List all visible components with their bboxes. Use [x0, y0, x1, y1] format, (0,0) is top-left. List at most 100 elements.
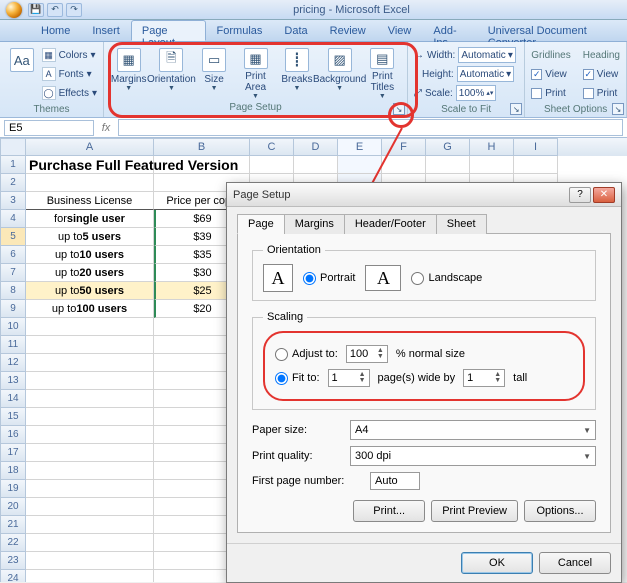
row-header-8[interactable]: 8 — [0, 282, 26, 300]
cell-A4[interactable]: for single user — [26, 210, 154, 228]
cell-A8[interactable]: up to 50 users — [26, 282, 154, 300]
orientation-button[interactable]: 🗎Orientation▼ — [151, 44, 191, 100]
adjust-to-spinner[interactable]: 100▲▼ — [346, 345, 388, 363]
cell-A3[interactable]: Business License — [26, 192, 154, 210]
fx-icon[interactable]: fx — [98, 122, 114, 134]
colors-button[interactable]: ▦Colors ▾ — [42, 46, 97, 64]
cell-A5[interactable]: up to 5 users — [26, 228, 154, 246]
print-titles-button[interactable]: ▤Print Titles▼ — [364, 44, 401, 100]
cell-A22[interactable] — [26, 534, 154, 552]
fit-wide-spinner[interactable]: 1▲▼ — [328, 369, 370, 387]
effects-button[interactable]: ◯Effects ▾ — [42, 84, 97, 102]
row-header-13[interactable]: 13 — [0, 372, 26, 390]
row-header-12[interactable]: 12 — [0, 354, 26, 372]
ribbon-tab-add-ins[interactable]: Add-Ins — [422, 20, 476, 41]
ribbon-tab-home[interactable]: Home — [30, 20, 81, 41]
column-header-A[interactable]: A — [26, 138, 154, 156]
select-all-corner[interactable] — [0, 138, 26, 156]
ribbon-tab-universal-document-converter[interactable]: Universal Document Converter — [477, 20, 627, 41]
cell-A6[interactable]: up to 10 users — [26, 246, 154, 264]
scale-spinner[interactable]: 100%▴▾ — [456, 85, 497, 101]
qat-save-icon[interactable]: 💾 — [28, 3, 44, 17]
row-header-18[interactable]: 18 — [0, 462, 26, 480]
cell-H1[interactable] — [470, 156, 514, 174]
row-header-24[interactable]: 24 — [0, 570, 26, 582]
headings-view-checkbox[interactable]: ✓View — [583, 65, 620, 83]
column-header-C[interactable]: C — [250, 138, 294, 156]
cell-G1[interactable] — [426, 156, 470, 174]
cell-A24[interactable] — [26, 570, 154, 582]
row-header-20[interactable]: 20 — [0, 498, 26, 516]
cell-A2[interactable] — [26, 174, 154, 192]
row-header-4[interactable]: 4 — [0, 210, 26, 228]
print-area-button[interactable]: ▦Print Area▼ — [237, 44, 274, 100]
column-header-I[interactable]: I — [514, 138, 558, 156]
column-header-F[interactable]: F — [382, 138, 426, 156]
first-page-number-input[interactable]: Auto — [370, 472, 420, 490]
row-header-6[interactable]: 6 — [0, 246, 26, 264]
cell-A12[interactable] — [26, 354, 154, 372]
row-header-11[interactable]: 11 — [0, 336, 26, 354]
row-header-7[interactable]: 7 — [0, 264, 26, 282]
row-header-5[interactable]: 5 — [0, 228, 26, 246]
ribbon-tab-data[interactable]: Data — [273, 20, 318, 41]
row-header-14[interactable]: 14 — [0, 390, 26, 408]
fit-to-radio[interactable]: Fit to: — [275, 372, 320, 385]
office-button[interactable] — [6, 2, 22, 18]
row-header-17[interactable]: 17 — [0, 444, 26, 462]
dialog-close-button[interactable]: ✕ — [593, 187, 615, 203]
print-quality-select[interactable]: 300 dpi▼ — [350, 446, 596, 466]
name-box[interactable]: E5 — [4, 120, 94, 136]
background-button[interactable]: ▨Background▼ — [320, 44, 360, 100]
cell-E1[interactable] — [338, 156, 382, 174]
cell-A9[interactable]: up to 100 users — [26, 300, 154, 318]
height-select[interactable]: Automatic▾ — [457, 66, 515, 82]
adjust-to-radio[interactable]: Adjust to: — [275, 348, 338, 361]
row-header-15[interactable]: 15 — [0, 408, 26, 426]
cell-D1[interactable] — [294, 156, 338, 174]
row-header-10[interactable]: 10 — [0, 318, 26, 336]
cell-B1[interactable] — [154, 156, 250, 174]
cell-A20[interactable] — [26, 498, 154, 516]
qat-redo-icon[interactable]: ↷ — [66, 3, 82, 17]
landscape-radio[interactable]: Landscape — [411, 272, 482, 285]
column-header-D[interactable]: D — [294, 138, 338, 156]
dialog-tab-margins[interactable]: Margins — [284, 214, 345, 234]
column-header-G[interactable]: G — [426, 138, 470, 156]
themes-button[interactable]: Aa — [6, 44, 38, 100]
dialog-help-button[interactable]: ? — [569, 187, 591, 203]
qat-undo-icon[interactable]: ↶ — [47, 3, 63, 17]
column-header-H[interactable]: H — [470, 138, 514, 156]
cell-A21[interactable] — [26, 516, 154, 534]
gridlines-print-checkbox[interactable]: Print — [531, 84, 570, 102]
size-button[interactable]: ▭Size▼ — [195, 44, 232, 100]
cell-A19[interactable] — [26, 480, 154, 498]
cell-A10[interactable] — [26, 318, 154, 336]
ribbon-tab-page-layout[interactable]: Page Layout — [131, 20, 206, 41]
ribbon-tab-insert[interactable]: Insert — [81, 20, 131, 41]
row-header-3[interactable]: 3 — [0, 192, 26, 210]
row-header-21[interactable]: 21 — [0, 516, 26, 534]
ribbon-tab-view[interactable]: View — [377, 20, 423, 41]
cell-A7[interactable]: up to 20 users — [26, 264, 154, 282]
ribbon-tab-review[interactable]: Review — [319, 20, 377, 41]
cell-F1[interactable] — [382, 156, 426, 174]
cell-A23[interactable] — [26, 552, 154, 570]
cell-A18[interactable] — [26, 462, 154, 480]
dialog-tab-sheet[interactable]: Sheet — [436, 214, 487, 234]
cell-A14[interactable] — [26, 390, 154, 408]
breaks-button[interactable]: ┋Breaks▼ — [278, 44, 315, 100]
width-select[interactable]: Automatic▾ — [458, 47, 516, 63]
fonts-button[interactable]: AFonts ▾ — [42, 65, 97, 83]
ribbon-tab-formulas[interactable]: Formulas — [206, 20, 274, 41]
options-button[interactable]: Options... — [524, 500, 596, 522]
cell-A13[interactable] — [26, 372, 154, 390]
headings-print-checkbox[interactable]: Print — [583, 84, 620, 102]
cell-A16[interactable] — [26, 426, 154, 444]
portrait-radio[interactable]: Portrait — [303, 272, 355, 285]
cell-A17[interactable] — [26, 444, 154, 462]
margins-button[interactable]: ▦Margins▼ — [110, 44, 147, 100]
cell-I1[interactable] — [514, 156, 558, 174]
column-header-B[interactable]: B — [154, 138, 250, 156]
scale-to-fit-launcher[interactable]: ↘ — [510, 103, 522, 115]
